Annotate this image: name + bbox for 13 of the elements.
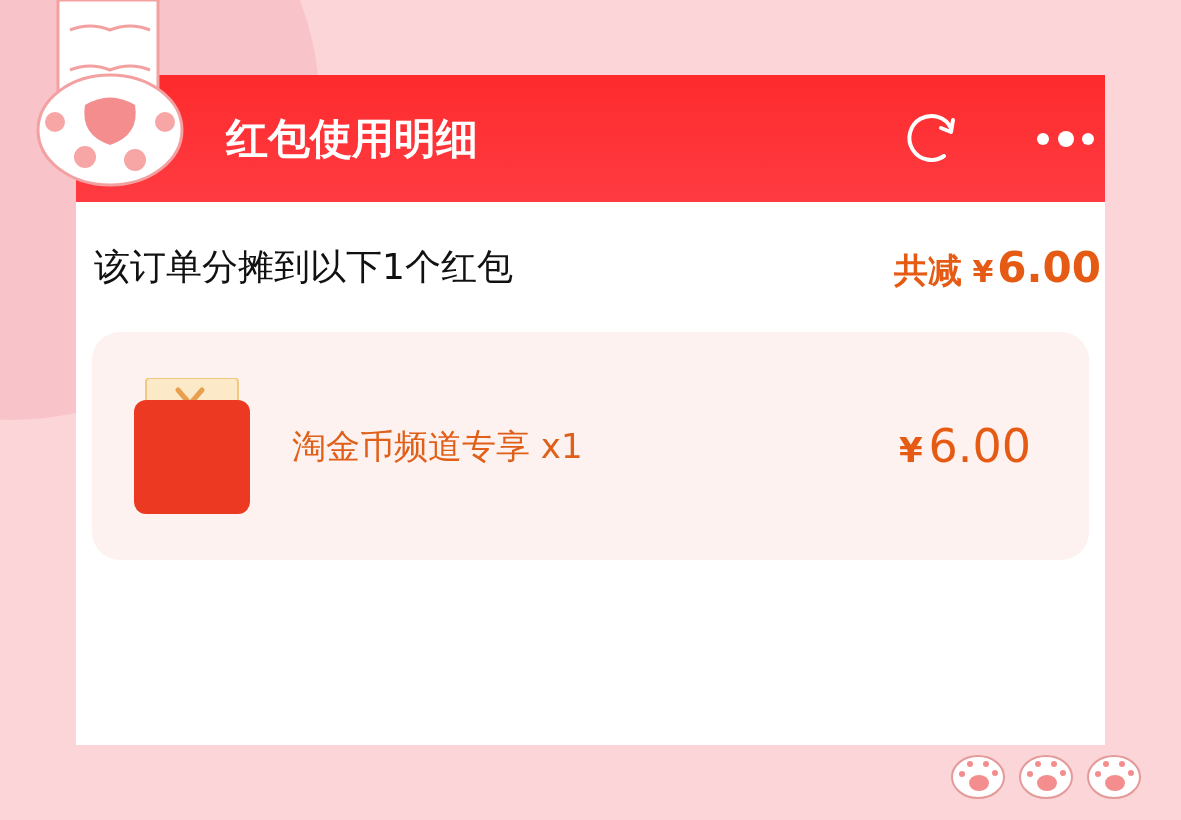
paw-icon [950,752,1006,800]
paw-icon [1086,752,1142,800]
currency-sign: ¥ [972,252,994,291]
envelope-icon [134,378,250,514]
coupon-name: 淘金币频道专享 x1 [292,424,583,468]
more-icon[interactable] [1035,129,1095,148]
total-amount: 6.00 [997,241,1101,294]
page-title: 红包使用明细 [226,113,478,165]
paw-icon [1018,752,1074,800]
total-label: 共减 [894,248,963,292]
summary-text: 该订单分摊到以下1个红包 [94,245,513,289]
currency-sign: ¥ [898,428,923,472]
coupon-amount: 6.00 [928,417,1031,475]
